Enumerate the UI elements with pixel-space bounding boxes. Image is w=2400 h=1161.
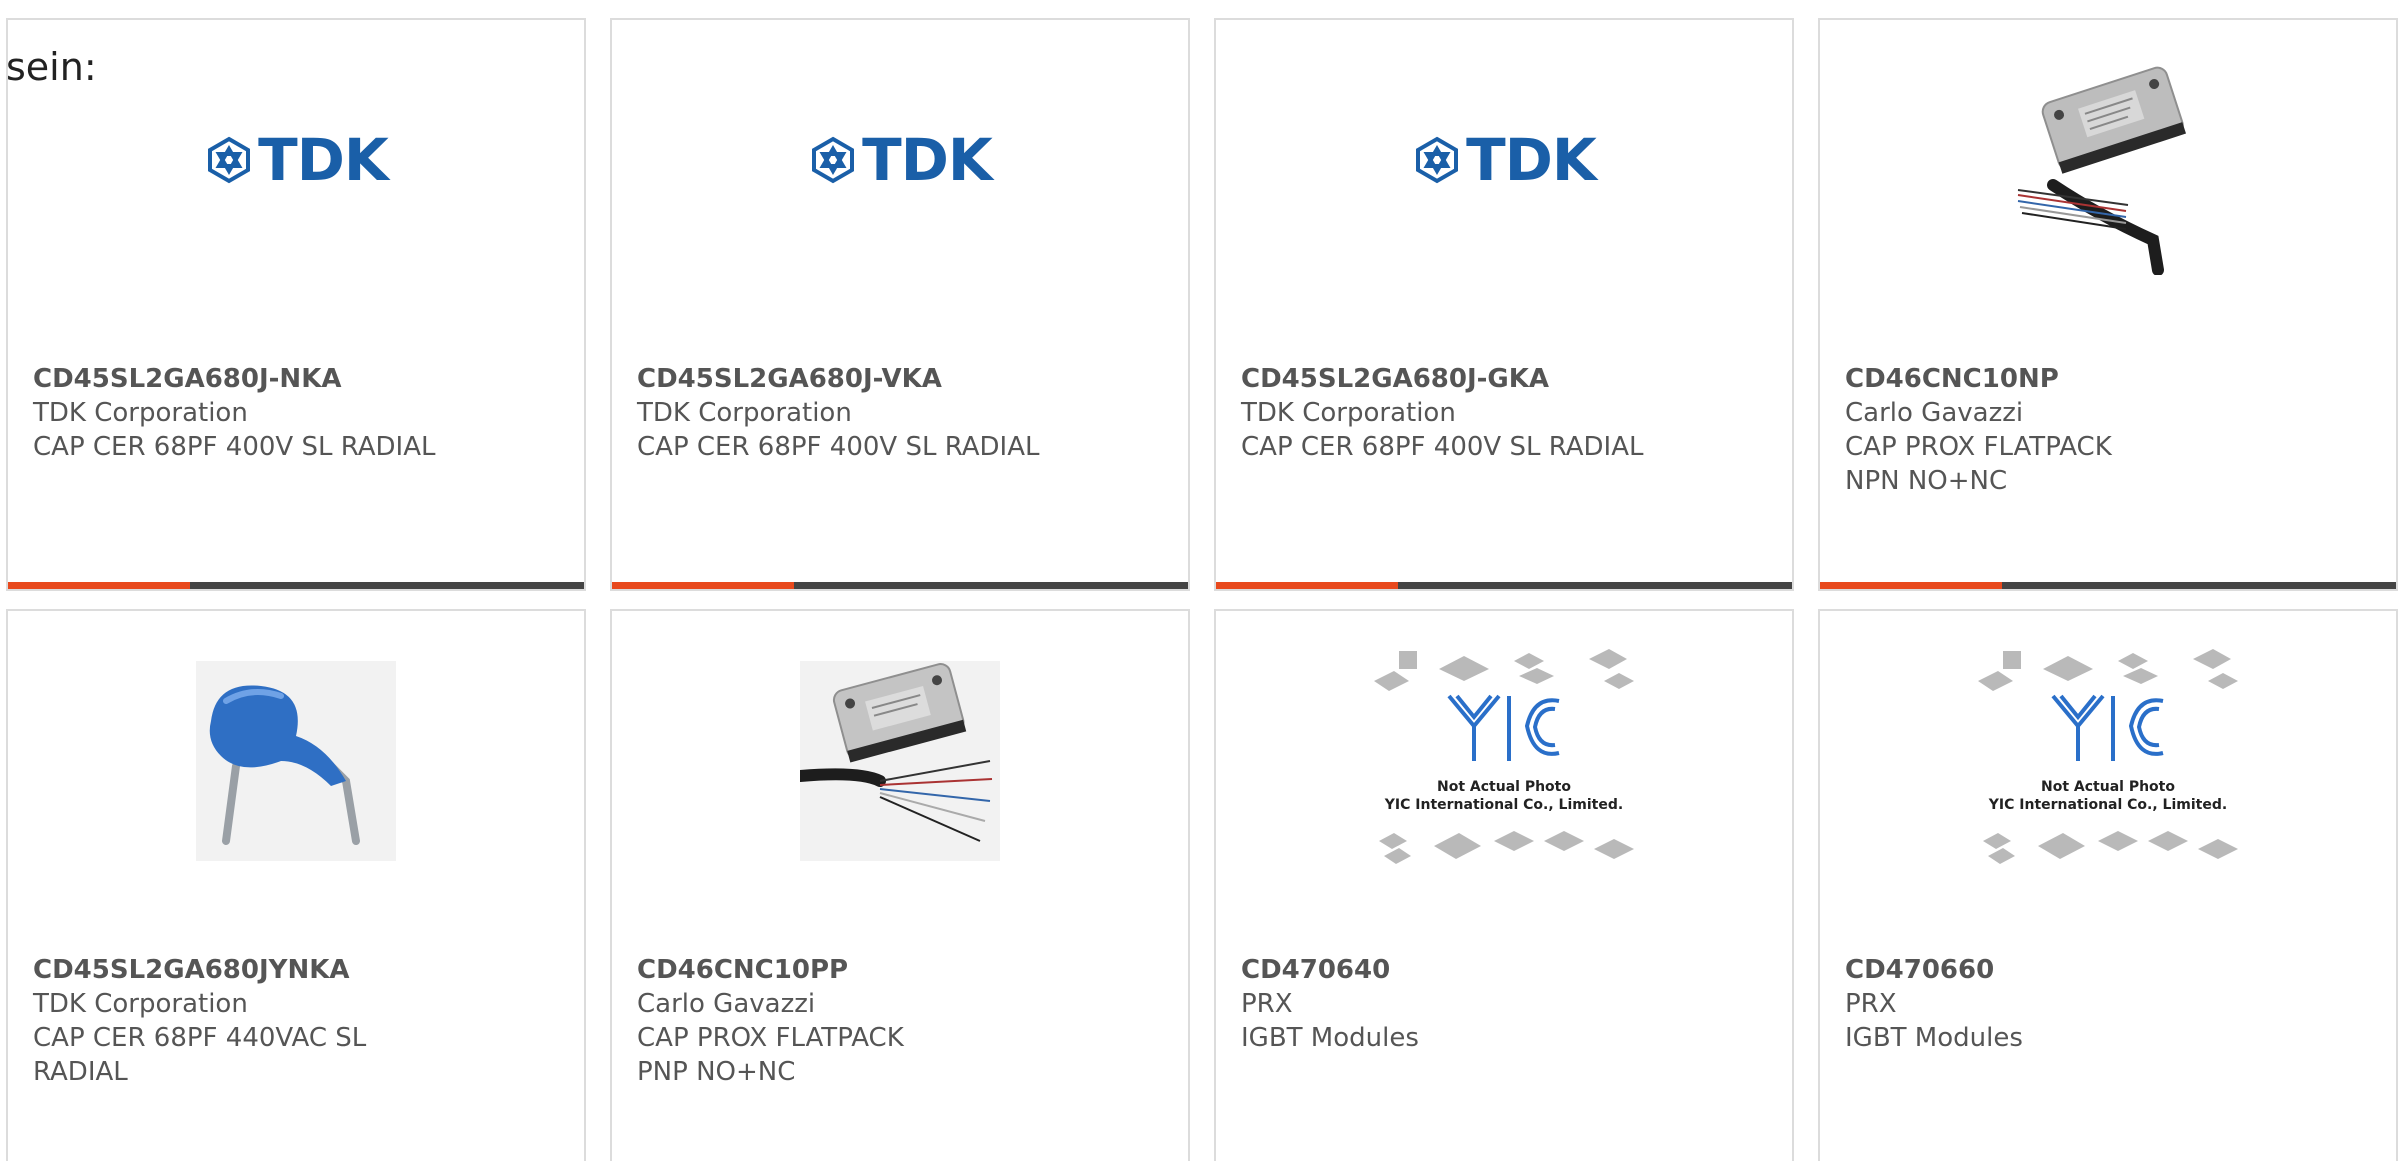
description: IGBT Modules: [1845, 1023, 2023, 1053]
product-info: CD45SL2GA680J-GKA TDK Corporation CAP CE…: [1241, 362, 1767, 464]
part-number-link[interactable]: CD470660: [1845, 953, 2371, 987]
description: CAP CER 68PF 400V SL RADIAL: [637, 432, 1040, 462]
product-info: CD45SL2GA680JYNKA TDK Corporation CAP CE…: [33, 953, 559, 1089]
product-image[interactable]: [1820, 60, 2396, 320]
lead-text: sein:: [6, 45, 97, 89]
manufacturer: Carlo Gavazzi: [637, 989, 816, 1019]
product-image[interactable]: [612, 651, 1188, 911]
tdk-logo-text: TDK: [1466, 126, 1597, 194]
product-card[interactable]: TDK CD45SL2GA680J-VKA TDK Corporation CA…: [610, 18, 1190, 591]
card-accent-bar: [8, 582, 190, 589]
placeholder-photo: Not Actual Photo YIC International Co., …: [1374, 649, 1634, 864]
placeholder-caption: YIC International Co., Limited.: [1384, 797, 1623, 813]
product-info: CD470640 PRX IGBT Modules: [1241, 953, 1767, 1055]
manufacturer: Carlo Gavazzi: [1845, 398, 2024, 428]
proximity-sensor-photo: [800, 661, 1000, 861]
tdk-mark-icon: [208, 136, 251, 184]
description: CAP PROX FLATPACK NPN NO+NC: [1845, 432, 2112, 496]
description: CAP CER 68PF 400V SL RADIAL: [1241, 432, 1644, 462]
product-card[interactable]: CD46CNC10PP Carlo Gavazzi CAP PROX FLATP…: [610, 609, 1190, 1161]
description: IGBT Modules: [1241, 1023, 1419, 1053]
part-number-link[interactable]: CD46CNC10NP: [1845, 362, 2371, 396]
product-image[interactable]: [8, 651, 584, 911]
product-info: CD46CNC10PP Carlo Gavazzi CAP PROX FLATP…: [637, 953, 1163, 1089]
tdk-logo-text: TDK: [258, 126, 389, 194]
part-number-link[interactable]: CD46CNC10PP: [637, 953, 1163, 987]
placeholder-caption: Not Actual Photo: [2041, 779, 2175, 795]
product-info: CD46CNC10NP Carlo Gavazzi CAP PROX FLATP…: [1845, 362, 2371, 498]
placeholder-photo: Not Actual Photo YIC International Co., …: [1978, 649, 2238, 864]
manufacturer: TDK Corporation: [637, 398, 852, 428]
part-number-link[interactable]: CD45SL2GA680J-GKA: [1241, 362, 1767, 396]
proximity-sensor-photo: [2008, 65, 2208, 275]
product-info: CD470660 PRX IGBT Modules: [1845, 953, 2371, 1055]
manufacturer: TDK Corporation: [33, 989, 248, 1019]
manufacturer: TDK Corporation: [33, 398, 248, 428]
tdk-mark-icon: [812, 136, 855, 184]
card-accent-bar: [612, 582, 794, 589]
ceramic-capacitor-photo: [196, 661, 396, 861]
product-card[interactable]: Not Actual Photo YIC International Co., …: [1818, 609, 2398, 1161]
tdk-logo-text: TDK: [862, 126, 993, 194]
part-number-link[interactable]: CD470640: [1241, 953, 1767, 987]
tdk-logo: TDK: [204, 126, 389, 194]
tdk-mark-icon: [1416, 136, 1459, 184]
card-accent-bar: [1820, 582, 2002, 589]
part-number-link[interactable]: CD45SL2GA680J-VKA: [637, 362, 1163, 396]
product-card[interactable]: Not Actual Photo YIC International Co., …: [1214, 609, 1794, 1161]
part-number-link[interactable]: CD45SL2GA680JYNKA: [33, 953, 559, 987]
description: CAP CER 68PF 440VAC SL RADIAL: [33, 1023, 367, 1087]
product-info: CD45SL2GA680J-VKA TDK Corporation CAP CE…: [637, 362, 1163, 464]
manufacturer: PRX: [1241, 989, 1293, 1019]
placeholder-caption: YIC International Co., Limited.: [1988, 797, 2227, 813]
product-image[interactable]: Not Actual Photo YIC International Co., …: [1820, 649, 2396, 911]
product-image[interactable]: TDK: [1216, 60, 1792, 320]
part-number-link[interactable]: CD45SL2GA680J-NKA: [33, 362, 559, 396]
card-accent-bar: [1216, 582, 1398, 589]
product-image[interactable]: TDK: [8, 60, 584, 320]
description: CAP CER 68PF 400V SL RADIAL: [33, 432, 436, 462]
product-image[interactable]: TDK: [612, 60, 1188, 320]
product-card[interactable]: CD45SL2GA680JYNKA TDK Corporation CAP CE…: [6, 609, 586, 1161]
product-info: CD45SL2GA680J-NKA TDK Corporation CAP CE…: [33, 362, 559, 464]
description: CAP PROX FLATPACK PNP NO+NC: [637, 1023, 904, 1087]
tdk-logo: TDK: [1412, 126, 1597, 194]
product-image[interactable]: Not Actual Photo YIC International Co., …: [1216, 649, 1792, 911]
product-card[interactable]: TDK CD45SL2GA680J-NKA TDK Corporation CA…: [6, 18, 586, 591]
product-card[interactable]: TDK CD45SL2GA680J-GKA TDK Corporation CA…: [1214, 18, 1794, 591]
product-card[interactable]: CD46CNC10NP Carlo Gavazzi CAP PROX FLATP…: [1818, 18, 2398, 591]
placeholder-caption: Not Actual Photo: [1437, 779, 1571, 795]
product-grid-page: sein: TDK CD45SL2GA680J-NKA TDK Corporat…: [0, 0, 2400, 1161]
manufacturer: TDK Corporation: [1241, 398, 1456, 428]
tdk-logo: TDK: [808, 126, 993, 194]
manufacturer: PRX: [1845, 989, 1897, 1019]
